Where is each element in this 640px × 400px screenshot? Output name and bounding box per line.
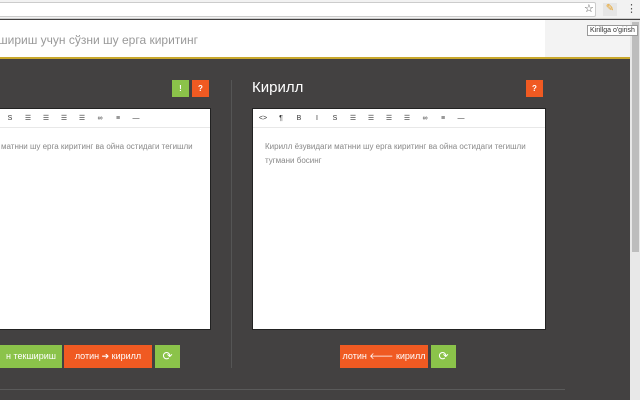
editor-toolbar: S ☰ ☰ ☰ ☰ ∞ ≡ — [0,109,210,128]
browser-menu-icon[interactable]: ⋮ [626,2,637,15]
horizontal-rule-icon[interactable]: — [127,115,145,122]
help-button-right[interactable]: ? [526,80,543,97]
ordered-list-icon[interactable]: ☰ [37,114,55,122]
cyrillic-to-latin-button[interactable]: лотин 🡐 кирилл [340,345,428,368]
align-icon[interactable]: ≡ [109,115,127,122]
refresh-icon[interactable]: ⟳ [155,345,180,368]
header-divider [0,57,630,59]
unordered-list-icon[interactable]: ☰ [19,114,37,122]
editor-toolbar: <> ¶ B I S ☰ ☰ ☰ ☰ ∞ ≡ — [253,109,545,128]
panel-divider [231,80,232,368]
cyrillic-title: Кирилл [252,79,304,96]
indent-icon[interactable]: ☰ [398,114,416,122]
paragraph-icon[interactable]: ¶ [272,115,290,122]
bold-icon[interactable]: B [290,115,308,122]
extension-tooltip: Kirillga o'girish [587,25,638,36]
address-bar[interactable] [0,2,596,17]
code-view-icon[interactable]: <> [254,115,272,122]
outdent-icon[interactable]: ☰ [380,114,398,122]
horizontal-rule-icon[interactable]: — [452,115,470,122]
info-button[interactable]: ! [172,80,189,97]
latin-to-cyrillic-button[interactable]: лотин ➔ кирилл [64,345,152,368]
extension-pencil-icon[interactable]: ✎ [603,3,617,16]
strikethrough-icon[interactable]: S [326,115,344,122]
refresh-icon[interactable]: ⟳ [431,345,456,368]
scrollbar-thumb[interactable] [632,22,639,252]
link-icon[interactable]: ∞ [91,115,109,122]
strikethrough-icon[interactable]: S [1,115,19,122]
footer-divider [0,389,565,390]
indent-icon[interactable]: ☰ [73,114,91,122]
link-icon[interactable]: ∞ [416,115,434,122]
unordered-list-icon[interactable]: ☰ [344,114,362,122]
cyrillic-editor[interactable]: <> ¶ B I S ☰ ☰ ☰ ☰ ∞ ≡ — Кирилл ёзувидаг… [252,108,546,330]
help-button-left[interactable]: ? [192,80,209,97]
ordered-list-icon[interactable]: ☰ [362,114,380,122]
latin-editor[interactable]: S ☰ ☰ ☰ ☰ ∞ ≡ — матнни шу ерга киритинг … [0,108,211,330]
align-icon[interactable]: ≡ [434,115,452,122]
check-button[interactable]: н текшириш [0,345,62,368]
outdent-icon[interactable]: ☰ [55,114,73,122]
bookmark-star-icon[interactable]: ☆ [584,2,594,15]
italic-icon[interactable]: I [308,115,326,122]
latin-text[interactable]: матнни шу ерга киритинг ва ойна остидаги… [0,128,210,166]
header-instruction: шириш учун сўзни шу ерга киритинг [0,33,199,47]
cyrillic-text[interactable]: Кирилл ёзувидаги матнни шу ерга киритинг… [253,128,545,180]
